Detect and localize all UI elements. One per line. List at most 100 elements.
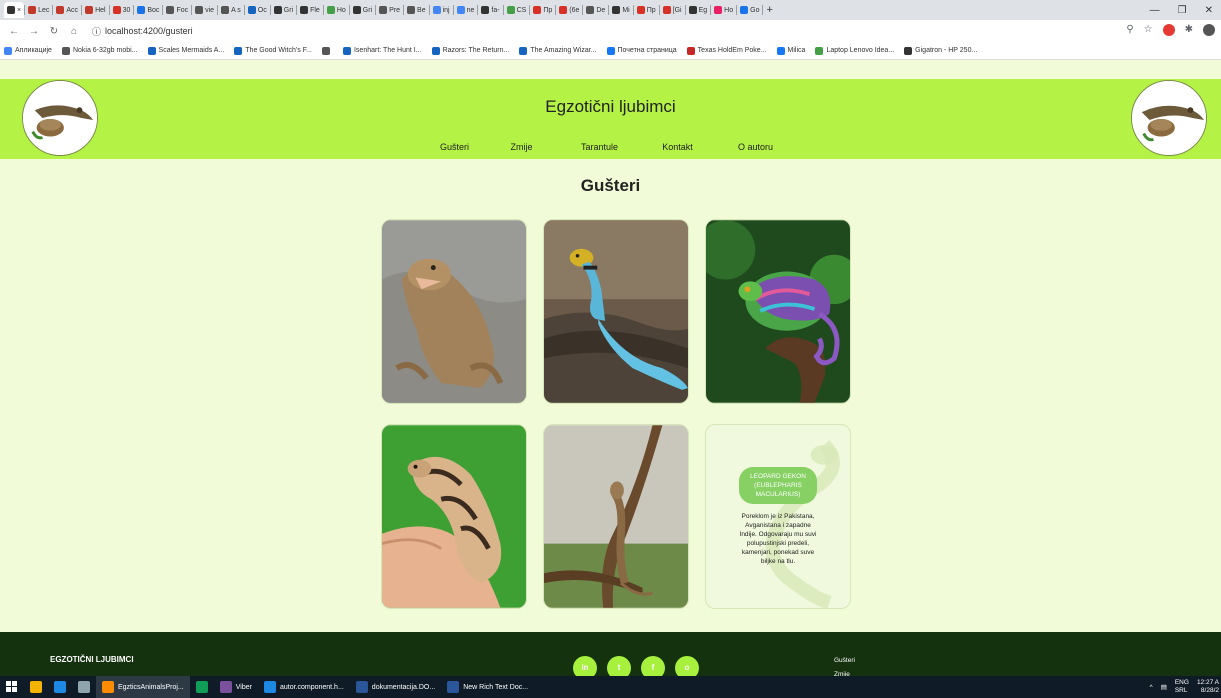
browser-tab[interactable]: Boc [134,2,162,18]
bookmark-item[interactable]: Nokia 6-32gb mobi... [61,46,138,55]
browser-tab[interactable]: Mi [609,2,632,18]
browser-tab[interactable]: Be [404,2,429,18]
new-tab-button[interactable]: + [763,2,775,18]
bookmark-item[interactable]: Scales Mermaids A... [147,46,224,55]
site-nav: Gušteri Zmije Tarantule Kontakt O autoru [0,142,1221,152]
footer-link-gusteri[interactable]: Gušteri [834,654,855,668]
tab-close-icon[interactable]: × [17,7,21,14]
back-icon[interactable]: ← [6,26,22,37]
bookmark-item[interactable]: Gigatron - HP 250... [904,46,977,55]
browser-tab[interactable]: Fle [297,2,323,18]
star-icon[interactable]: ☆ [1144,24,1153,36]
browser-tab[interactable]: Oc [245,2,270,18]
taskbar-app[interactable]: Viber [214,676,258,698]
info-icon[interactable]: ⓘ [92,25,101,38]
minimize-icon[interactable]: — [1150,5,1160,16]
network-icon[interactable]: ▤ [1161,683,1167,691]
browser-tab[interactable]: (6e [556,2,582,18]
puzzle-extension-icon[interactable]: ✱ [1185,24,1193,36]
browser-tab[interactable]: inj [430,2,453,18]
browser-tab[interactable]: A s [218,2,244,18]
restore-icon[interactable]: ❐ [1178,5,1187,16]
taskbar-app[interactable] [72,676,96,698]
browser-tab[interactable]: Go [737,2,762,18]
browser-tab[interactable]: Gri [350,2,375,18]
taskbar-app[interactable]: New Rich Text Doc... [441,676,534,698]
bookmark-item[interactable]: The Good Witch's F... [234,46,312,55]
nav-link-gusteri[interactable]: Gušteri [427,142,483,152]
browser-tab[interactable]: 30 [110,2,134,18]
lizard-card-leopard-gecko[interactable] [381,424,527,609]
url-field[interactable]: ⓘ localhost:4200/gusteri [92,25,193,38]
bookmark-favicon-icon [321,46,330,55]
home-icon[interactable]: ⌂ [66,26,82,37]
nav-link-kontakt[interactable]: Kontakt [639,142,717,152]
nav-link-tarantule[interactable]: Tarantule [561,142,639,152]
taskbar-app-label: autor.component.h... [279,683,344,691]
tab-favicon-icon [636,6,645,14]
browser-tab[interactable]: × [4,2,25,18]
browser-tab[interactable]: Ho [711,2,736,18]
browser-tab[interactable]: vie [192,2,217,18]
browser-tab[interactable]: Pre [376,2,403,18]
browser-tab[interactable]: Foc [163,2,191,18]
tab-label: Lec [38,6,50,14]
lizard-card-chameleon[interactable] [705,219,851,404]
language-layout[interactable]: SRL [1175,687,1189,695]
browser-tab[interactable]: Пр [634,2,659,18]
lizard-card-branch-lizard[interactable] [543,424,689,609]
close-icon[interactable]: ✕ [1205,5,1213,16]
browser-tab[interactable]: ne [454,2,478,18]
bookmark-label: Isenhart: The Hunt I... [353,47,422,54]
browser-tab[interactable]: fa- [478,2,502,18]
tray-chevron-icon[interactable]: ^ [1150,684,1153,691]
bookmark-item[interactable]: Laptop Lenovo Idea... [815,46,894,55]
bookmark-item[interactable]: Почетна страница [606,46,677,55]
browser-tab[interactable]: Пр [530,2,555,18]
forward-icon[interactable]: → [26,26,42,37]
bookmark-item[interactable]: The Amazing Wizar... [519,46,597,55]
bookmark-item[interactable]: Isenhart: The Hunt I... [342,46,422,55]
browser-tab[interactable]: Acc [53,2,81,18]
language-indicator[interactable]: ENG [1175,679,1189,687]
bookmark-item[interactable] [321,46,333,55]
nav-link-o-autoru[interactable]: O autoru [717,142,795,152]
lizard-card-bearded-dragon[interactable] [381,219,527,404]
tab-favicon-icon [112,6,121,14]
browser-tab[interactable]: Ho [324,2,349,18]
bookmark-item[interactable]: Milica [776,46,805,55]
clock-date[interactable]: 8/28/2 [1197,687,1219,695]
bookmark-item[interactable]: Razors: The Return... [431,46,509,55]
site-logo-right[interactable] [1131,80,1207,156]
browser-tab[interactable]: Hel [82,2,109,18]
reload-icon[interactable]: ↻ [46,26,62,37]
profile-avatar[interactable] [1203,24,1215,36]
browser-tab[interactable]: CS [504,2,530,18]
taskbar-app[interactable]: autor.component.h... [258,676,350,698]
windows-start-icon[interactable] [0,676,24,698]
taskbar-app[interactable]: EgzticsAnimalsProj... [96,676,190,698]
browser-tab[interactable]: De [583,2,608,18]
adblock-extension-icon[interactable] [1162,24,1175,36]
windows-taskbar: EgzticsAnimalsProj... Viber autor.componen… [0,676,1221,698]
zoom-icon[interactable]: ⚲ [1126,24,1133,36]
lizard-card-collared-lizard[interactable] [543,219,689,404]
nav-link-zmije[interactable]: Zmije [483,142,561,152]
browser-tab[interactable]: Eg [686,2,711,18]
tab-label: Boc [147,6,160,14]
browser-tab[interactable]: Lec [25,2,52,18]
taskbar-app[interactable] [190,676,214,698]
tab-label: Oc [257,6,267,14]
browser-tab[interactable]: [Gi [660,2,685,18]
bookmark-item[interactable]: Апликације [4,46,52,55]
tab-label: Be [417,6,426,14]
taskbar-app[interactable]: dokumentacija.DO... [350,676,441,698]
clock-time[interactable]: 12:27 A [1197,679,1219,687]
bookmark-item[interactable]: Texas HoldEm Poke... [686,46,767,55]
bookmark-favicon-icon [4,46,12,55]
bookmark-favicon-icon [815,46,824,55]
tab-label: A s [231,6,241,14]
taskbar-app[interactable] [48,676,72,698]
browser-tab[interactable]: Gri [271,2,296,18]
taskbar-app[interactable] [24,676,48,698]
